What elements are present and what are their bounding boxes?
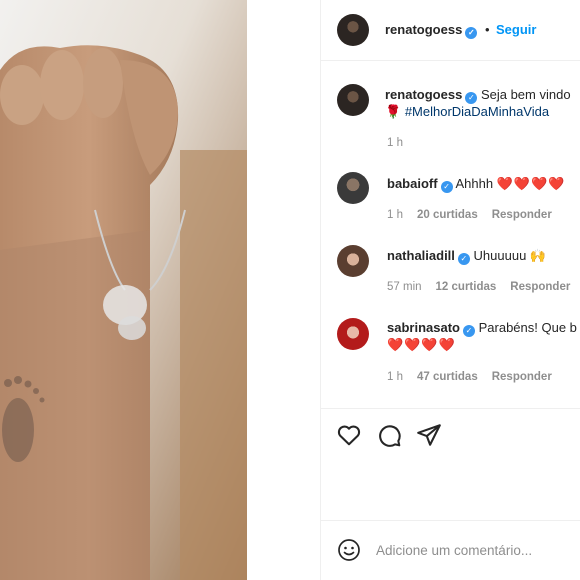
comment-2-time: 57 min xyxy=(387,281,422,293)
owner-username-text[interactable]: renatogoess xyxy=(385,22,462,37)
verified-badge-icon: ✓ xyxy=(465,27,478,39)
comment-3-likes[interactable]: 47 curtidas xyxy=(417,371,478,383)
comment-2-text: Uhuuuuu xyxy=(473,248,530,263)
smiley-icon[interactable] xyxy=(337,538,361,562)
post-side-panel: renatogoess ✓ • Seguir renatogoess ✓ Seja … xyxy=(320,0,580,580)
comment-3-time: 1 h xyxy=(387,371,403,383)
caption-time: 1 h xyxy=(387,137,403,149)
comment-3: sabrinasato ✓ Parabéns! Que b xyxy=(387,320,577,337)
owner-username[interactable]: renatogoess ✓ xyxy=(385,22,478,39)
post-photo-art xyxy=(0,0,247,580)
post-photo[interactable] xyxy=(0,0,247,580)
caption-line-2: 🌹 #MelhorDiaDaMinhaVida xyxy=(385,104,549,120)
comment-2-reply-button[interactable]: Responder xyxy=(510,281,570,293)
comment-2-username[interactable]: nathaliadill xyxy=(387,248,455,263)
divider xyxy=(321,520,580,521)
comment-icon[interactable] xyxy=(376,422,402,448)
comment-1-time: 1 h xyxy=(387,209,403,221)
verified-badge-icon: ✓ xyxy=(465,92,478,104)
comment-avatar[interactable] xyxy=(337,172,369,204)
verified-badge-icon: ✓ xyxy=(440,181,453,193)
comment-1-reply-button[interactable]: Responder xyxy=(492,209,552,221)
caption-line-1: renatogoess ✓ Seja bem vindo xyxy=(385,87,571,104)
divider xyxy=(321,408,580,409)
comment-avatar[interactable] xyxy=(337,245,369,277)
share-icon[interactable] xyxy=(416,422,442,448)
caption-text: Seja bem vindo xyxy=(480,87,571,102)
comment-3-hearts: ❤️❤️❤️❤️ xyxy=(387,337,456,352)
comment-3-reply-button[interactable]: Responder xyxy=(492,371,552,383)
caption-avatar[interactable] xyxy=(337,84,369,116)
comment-1-text: Ahhhh xyxy=(455,176,497,191)
header-separator: • xyxy=(485,22,490,37)
comment-avatar[interactable] xyxy=(337,318,369,350)
comment-1: babaioff ✓ Ahhhh ❤️❤️❤️❤️ xyxy=(387,176,565,193)
heart-icon[interactable] xyxy=(336,422,362,448)
caption-hashtag[interactable]: #MelhorDiaDaMinhaVida xyxy=(405,104,549,119)
comment-1-username[interactable]: babaioff xyxy=(387,176,438,191)
follow-button[interactable]: Seguir xyxy=(496,22,536,37)
comment-1-meta: 1 h 20 curtidas Responder xyxy=(387,209,552,221)
comment-1-hearts: ❤️❤️❤️❤️ xyxy=(496,176,566,191)
verified-badge-icon: ✓ xyxy=(462,325,475,337)
caption-username[interactable]: renatogoess xyxy=(385,87,462,102)
comment-2-meta: 57 min 12 curtidas Responder xyxy=(387,281,570,293)
comment-2-likes[interactable]: 12 curtidas xyxy=(436,281,497,293)
comment-input[interactable]: Adicione um comentário... xyxy=(376,543,532,558)
post-header: renatogoess ✓ • Seguir xyxy=(321,0,580,61)
comment-3-text: Parabéns! Que b xyxy=(478,320,577,335)
comment-3-username[interactable]: sabrinasato xyxy=(387,320,460,335)
comment-3-meta: 1 h 47 curtidas Responder xyxy=(387,371,552,383)
comment-1-likes[interactable]: 20 curtidas xyxy=(417,209,478,221)
owner-avatar[interactable] xyxy=(337,14,369,46)
comment-2: nathaliadill ✓ Uhuuuuu 🙌 xyxy=(387,248,546,265)
verified-badge-icon: ✓ xyxy=(457,253,470,265)
comment-3-line-2: ❤️❤️❤️❤️ xyxy=(387,337,456,353)
comment-2-emoji: 🙌 xyxy=(529,248,547,263)
rose-emoji: 🌹 xyxy=(385,104,402,119)
